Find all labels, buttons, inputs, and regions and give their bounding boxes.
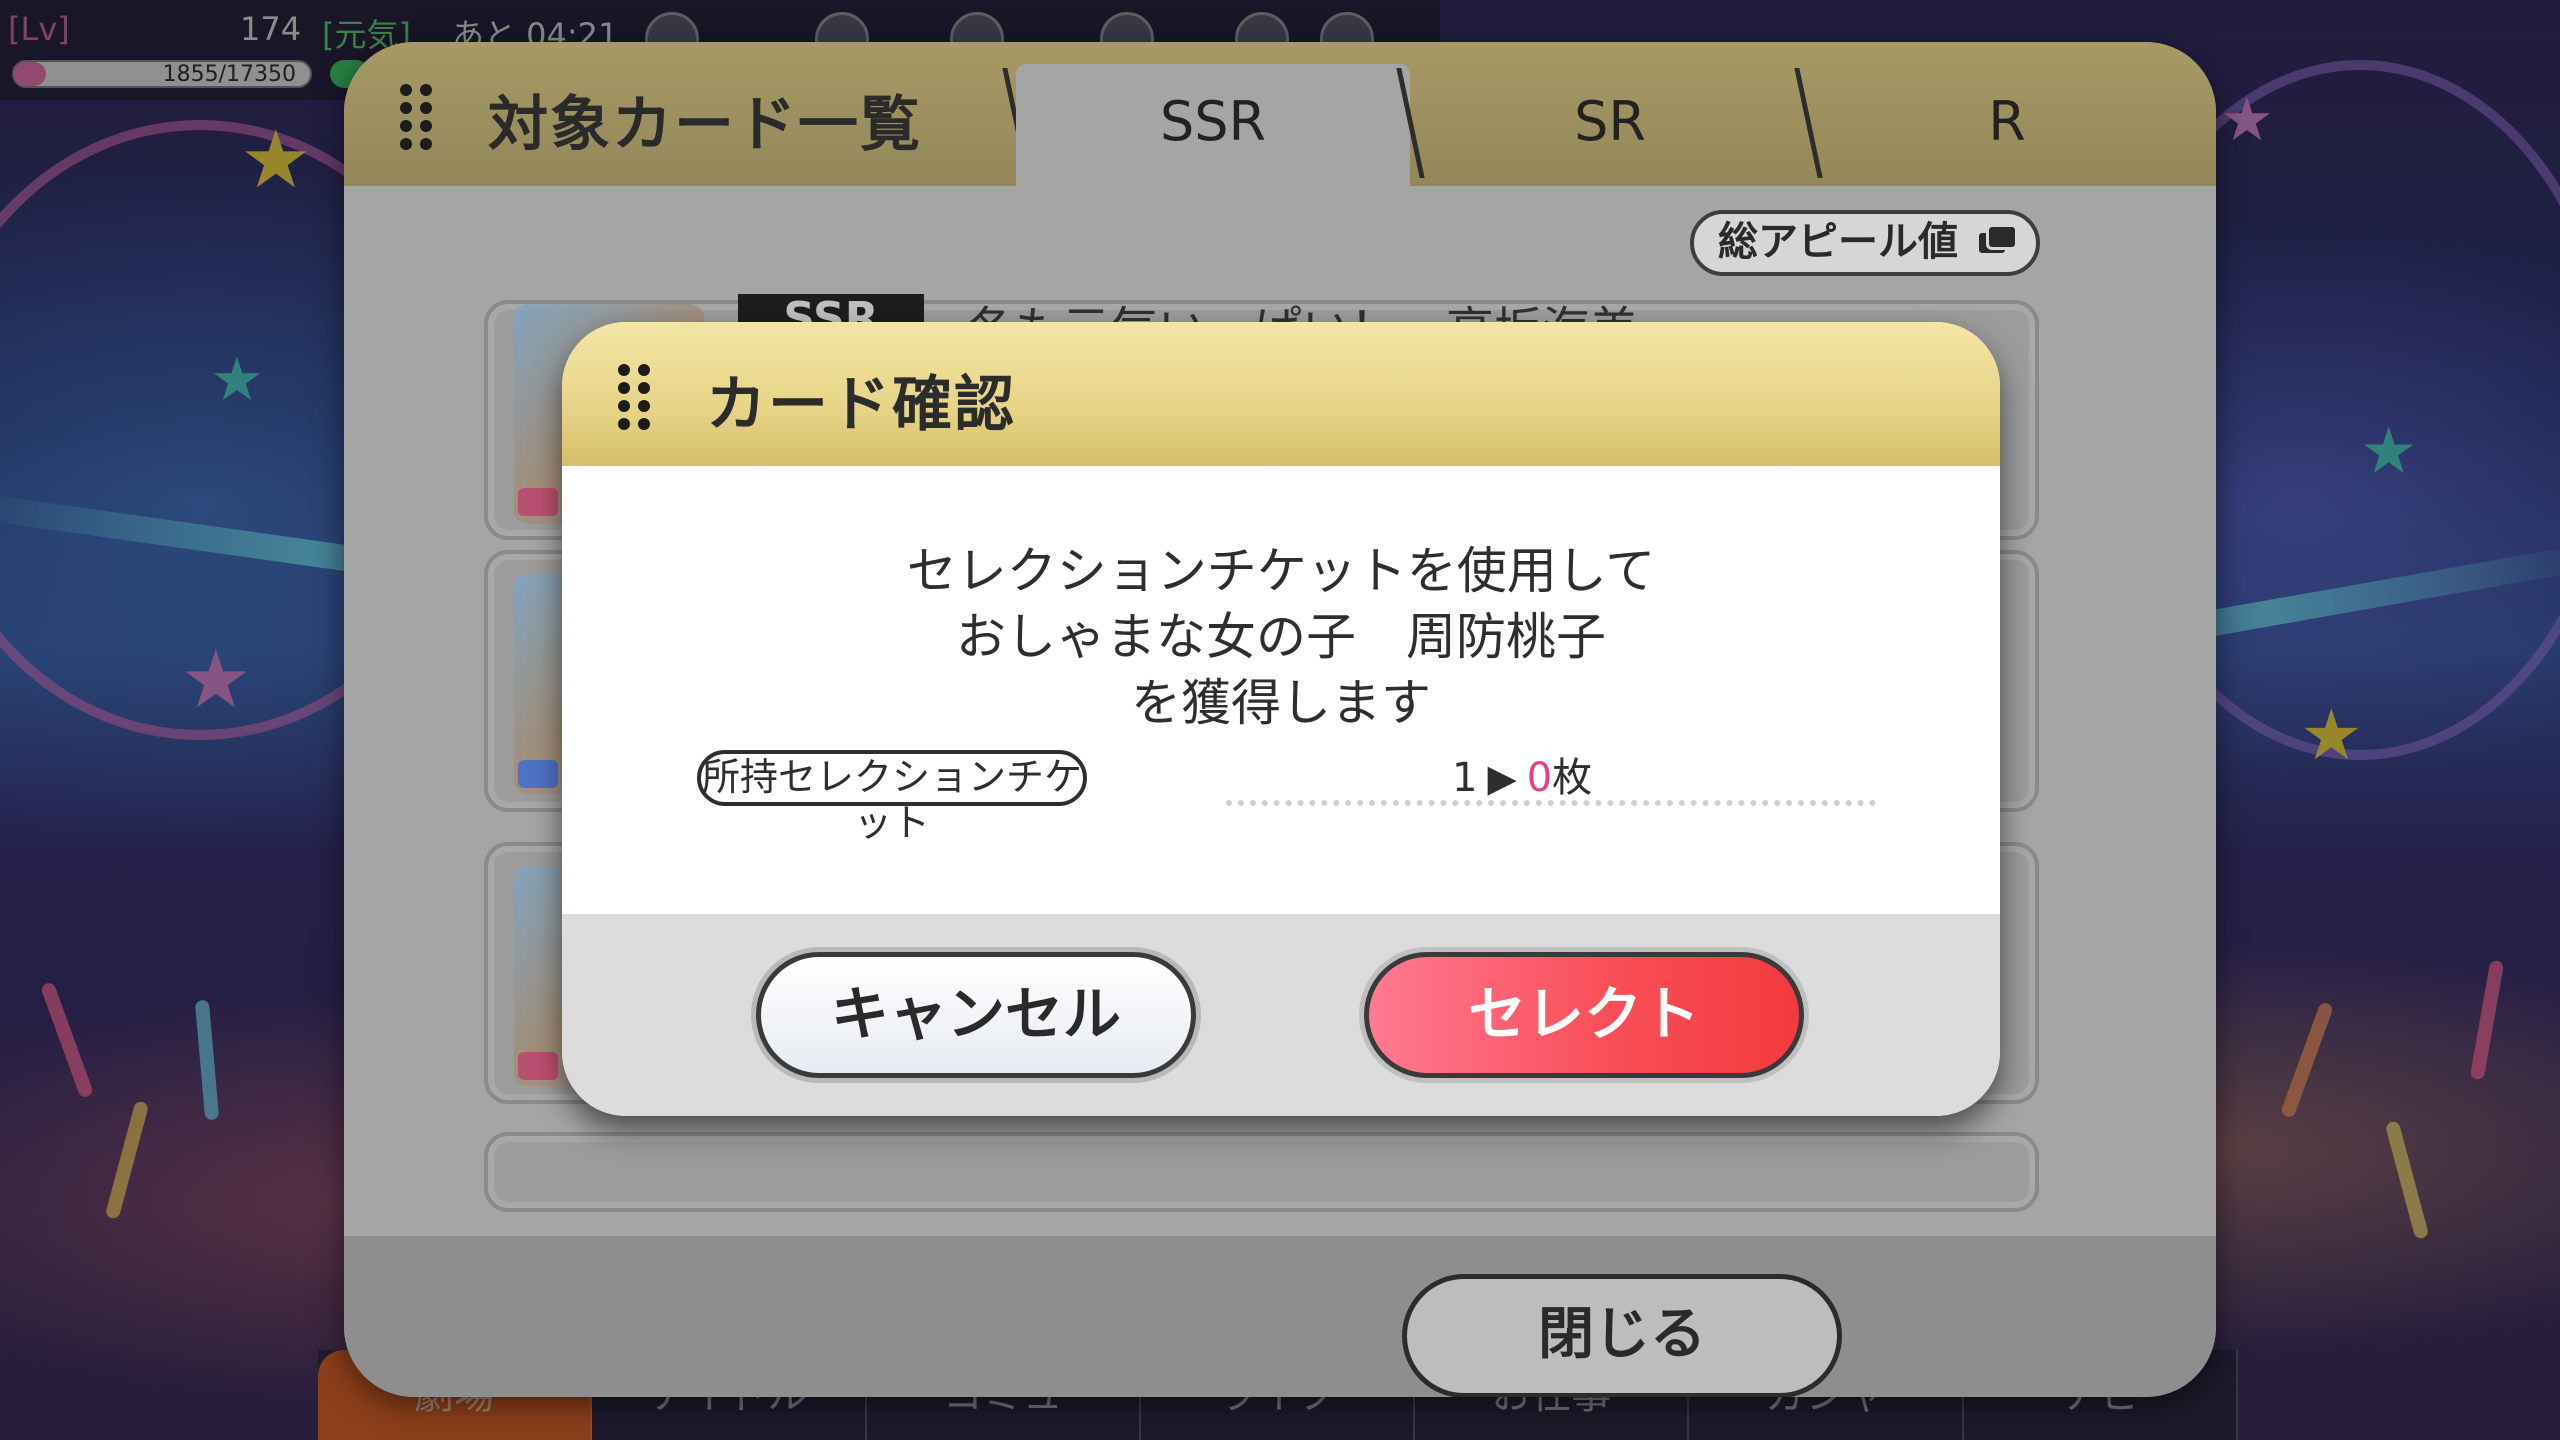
card-list-footer: [344, 1236, 2216, 1397]
ticket-before: 1: [1452, 755, 1478, 801]
card-confirm-dialog: カード確認 セレクションチケットを使用して おしゃまな女の子 周防桃子 を獲得し…: [562, 322, 2000, 1116]
card-list-title: 対象カード一覧: [488, 90, 922, 160]
close-button[interactable]: 閉じる: [1402, 1274, 1842, 1397]
ticket-count: 1 ▶ 0枚: [1452, 750, 1592, 806]
cancel-button[interactable]: キャンセル: [756, 952, 1196, 1078]
sort-appeal-button[interactable]: 総アピール値: [1690, 210, 2040, 276]
tab-sr[interactable]: SR: [1414, 64, 1806, 186]
card-row[interactable]: [484, 1132, 2039, 1212]
drag-handle-icon[interactable]: [400, 84, 432, 150]
ticket-unit: 枚: [1552, 755, 1593, 801]
dialog-title: カード確認: [706, 370, 1016, 440]
dialog-message-line: おしゃまな女の子 周防桃子: [956, 608, 1606, 666]
crown-icon: [518, 1052, 558, 1080]
ticket-after: 0: [1526, 755, 1553, 801]
dialog-message-line: を獲得します: [1131, 674, 1431, 732]
dialog-message: セレクションチケットを使用して おしゃまな女の子 周防桃子 を獲得します: [562, 538, 2000, 736]
arrow-right-icon: ▶: [1487, 756, 1517, 800]
sort-order-icon: [1976, 224, 2020, 260]
sort-appeal-label: 総アピール値: [1718, 219, 1958, 265]
tab-r[interactable]: R: [1812, 64, 2202, 186]
drag-handle-icon[interactable]: [618, 364, 650, 430]
crown-icon: [518, 488, 558, 516]
dialog-header: カード確認: [562, 322, 2000, 466]
select-button[interactable]: セレクト: [1364, 952, 1804, 1078]
tab-ssr[interactable]: SSR: [1016, 64, 1410, 186]
ticket-label: 所持セレクションチケット: [697, 750, 1087, 845]
dialog-message-line: セレクションチケットを使用して: [906, 542, 1656, 600]
star-badge-icon: [518, 760, 558, 788]
card-list-header: 対象カード一覧 SSR SR R: [344, 42, 2216, 186]
